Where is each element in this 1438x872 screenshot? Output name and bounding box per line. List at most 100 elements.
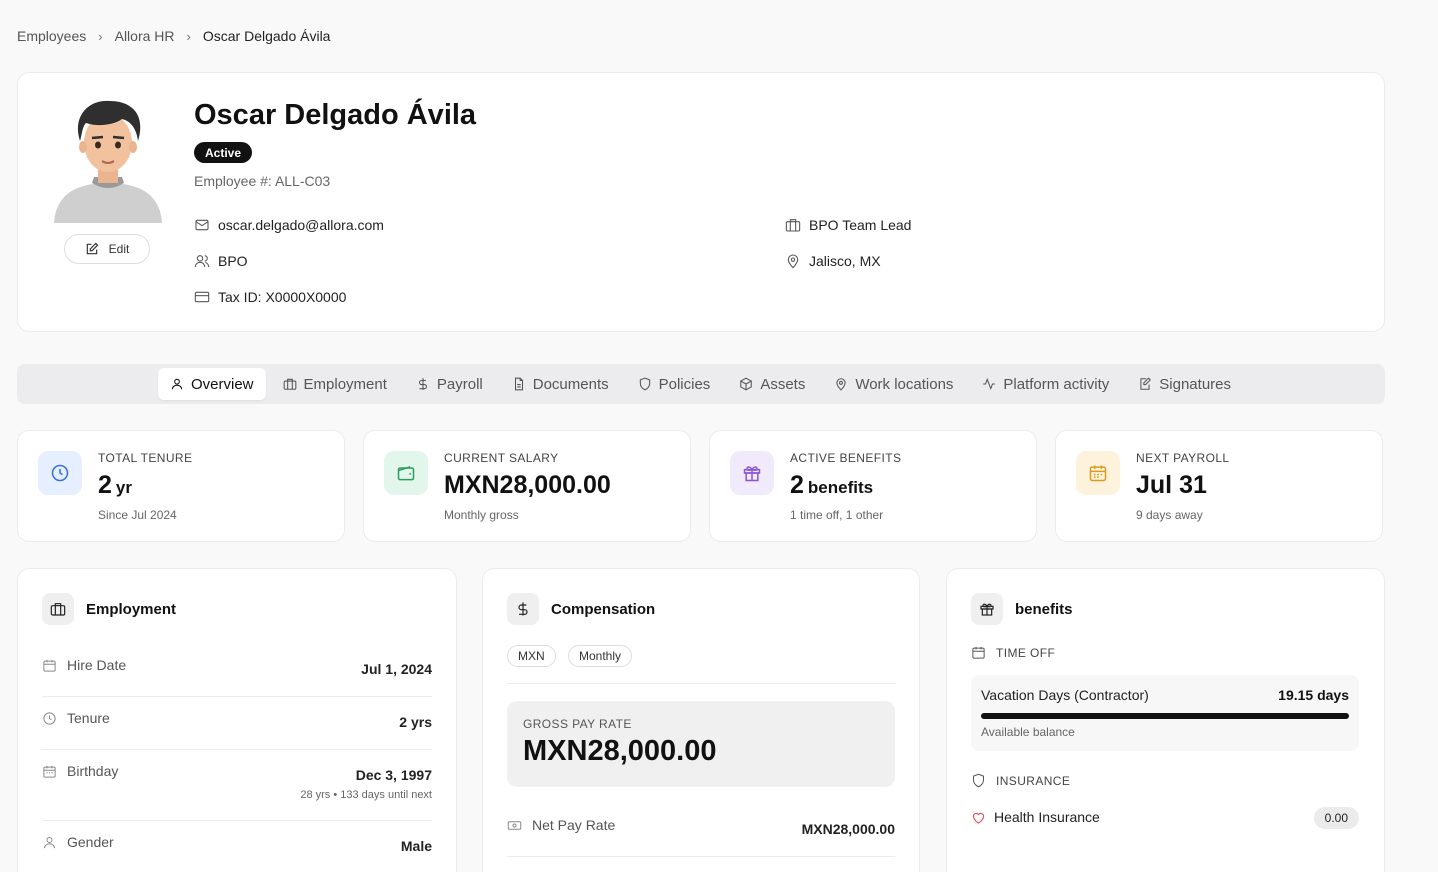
profile-card: Edit Oscar Delgado Ávila Active Employee… — [17, 72, 1385, 332]
tab-employment[interactable]: Employment — [271, 368, 399, 400]
gift-icon — [971, 593, 1003, 625]
briefcase-icon — [785, 219, 801, 232]
edit-button[interactable]: Edit — [64, 234, 150, 264]
stat-card-tenure: TOTAL TENURE 2 yr Since Jul 2024 — [17, 430, 345, 542]
tab-label: Overview — [191, 375, 254, 393]
row-label: Hire Date — [67, 657, 127, 673]
stat-card-payroll: NEXT PAYROLL Jul 31 9 days away — [1055, 430, 1383, 542]
stat-label: TOTAL TENURE — [98, 451, 193, 465]
hire-date-row: Hire Date Jul 1, 2024 — [42, 657, 432, 697]
heart-icon — [972, 812, 985, 824]
benefits-panel: benefits TIME OFF Vacation Days (Contrac… — [946, 568, 1385, 872]
panel-header: Employment — [42, 593, 176, 625]
stat-value: MXN28,000.00 — [444, 471, 611, 499]
tab-documents[interactable]: Documents — [500, 368, 621, 400]
vacation-progress — [981, 713, 1349, 719]
wallet-icon — [384, 451, 428, 495]
tab-label: Documents — [532, 375, 609, 393]
section-label: TIME OFF — [996, 645, 1056, 660]
gross-pay-label: GROSS PAY RATE — [523, 717, 632, 731]
email-text[interactable]: oscar.delgado@allora.com — [218, 217, 384, 233]
vacation-days: 19.15 days — [1278, 687, 1349, 703]
gross-pay-value: MXN28,000.00 — [523, 735, 717, 767]
tab-signatures[interactable]: Signatures — [1126, 368, 1243, 400]
vacation-card[interactable]: Vacation Days (Contractor) 19.15 days Av… — [971, 675, 1359, 751]
tax-id-info: Tax ID: X0000X0000 — [194, 289, 346, 305]
stat-number: 2 — [98, 471, 112, 499]
breadcrumb-company[interactable]: Allora HR — [115, 28, 175, 44]
tab-label: Payroll — [436, 375, 483, 393]
user-icon — [44, 836, 55, 848]
stat-value: 2 benefits — [790, 471, 873, 500]
employee-number: Employee #: ALL-C03 — [194, 173, 331, 189]
stat-label: CURRENT SALARY — [444, 451, 559, 465]
tab-overview[interactable]: Overview — [158, 368, 266, 400]
gift-icon — [730, 451, 774, 495]
tab-assets[interactable]: Assets — [727, 368, 817, 400]
calendar-icon — [43, 659, 56, 672]
location-text: Jalisco, MX — [809, 253, 881, 269]
time-off-section: TIME OFF — [971, 645, 1055, 660]
gross-pay-box: GROSS PAY RATE MXN28,000.00 — [507, 701, 895, 787]
vacation-sub: Available balance — [981, 725, 1075, 739]
health-insurance-row[interactable]: Health Insurance 0.00 — [971, 805, 1359, 831]
shield-icon — [639, 377, 650, 391]
tab-label: Signatures — [1159, 375, 1231, 393]
box-icon — [740, 377, 753, 391]
clock-icon — [43, 711, 56, 725]
map-pin-icon — [787, 254, 799, 269]
employee-name: Oscar Delgado Ávila — [194, 99, 477, 131]
shield-icon — [973, 773, 984, 788]
dollar-icon — [418, 378, 427, 390]
row-label: Gender — [67, 834, 114, 850]
stat-card-salary: CURRENT SALARY MXN28,000.00 Monthly gros… — [363, 430, 691, 542]
stat-card-benefits: ACTIVE BENEFITS 2 benefits 1 time off, 1 … — [709, 430, 1037, 542]
activity-icon — [983, 377, 996, 391]
clock-icon — [38, 451, 82, 495]
tax-id-text: Tax ID: X0000X0000 — [218, 289, 347, 305]
row-label: Net Pay Rate — [532, 817, 616, 833]
tab-label: Platform activity — [1003, 375, 1110, 393]
mail-icon — [195, 219, 209, 231]
edit-icon — [86, 242, 99, 255]
tab-work-locations[interactable]: Work locations — [822, 368, 965, 400]
currency-chip: MXN — [507, 645, 556, 667]
department-info: BPO — [194, 253, 248, 269]
stat-value: 2 yr — [98, 471, 132, 500]
signature-icon — [1140, 377, 1152, 390]
row-label: Birthday — [67, 763, 119, 779]
employment-panel: Employment Hire Date Jul 1, 2024 Tenure … — [17, 568, 457, 872]
insurance-name: Health Insurance — [994, 809, 1100, 825]
user-icon — [171, 378, 183, 390]
tab-payroll[interactable]: Payroll — [404, 368, 495, 400]
avatar — [54, 100, 162, 223]
tab-platform-activity[interactable]: Platform activity — [970, 368, 1121, 400]
calendar-icon — [1076, 451, 1120, 495]
net-pay-value: MXN28,000.00 — [801, 821, 895, 837]
job-title-text: BPO Team Lead — [809, 217, 912, 233]
net-pay-row: Net Pay Rate MXN28,000.00 — [507, 817, 895, 857]
panel-title: benefits — [1015, 600, 1073, 618]
credit-card-icon — [194, 291, 210, 303]
panel-title: Compensation — [551, 600, 656, 618]
stat-sub: 9 days away — [1136, 508, 1203, 522]
tab-label: Work locations — [855, 375, 954, 393]
breadcrumb-employees[interactable]: Employees — [17, 28, 86, 44]
location-info: Jalisco, MX — [785, 253, 881, 269]
briefcase-icon — [283, 378, 296, 390]
tenure-value: 2 yrs — [399, 714, 432, 730]
hire-date-value: Jul 1, 2024 — [361, 661, 432, 677]
stat-unit: benefits — [807, 478, 874, 497]
stat-label: ACTIVE BENEFITS — [790, 451, 902, 465]
tab-label: Policies — [658, 375, 711, 393]
panel-header: benefits — [971, 593, 1073, 625]
tab-label: Employment — [303, 375, 387, 393]
banknote-icon — [507, 820, 522, 830]
job-title-info: BPO Team Lead — [785, 217, 911, 233]
gender-value: Male — [400, 838, 432, 854]
tab-policies[interactable]: Policies — [626, 368, 723, 400]
stat-sub: Since Jul 2024 — [98, 508, 177, 522]
cake-icon — [43, 765, 56, 778]
breadcrumb: Employees › Allora HR › Oscar Delgado Áv… — [17, 28, 330, 44]
chevron-right-icon: › — [186, 28, 191, 44]
